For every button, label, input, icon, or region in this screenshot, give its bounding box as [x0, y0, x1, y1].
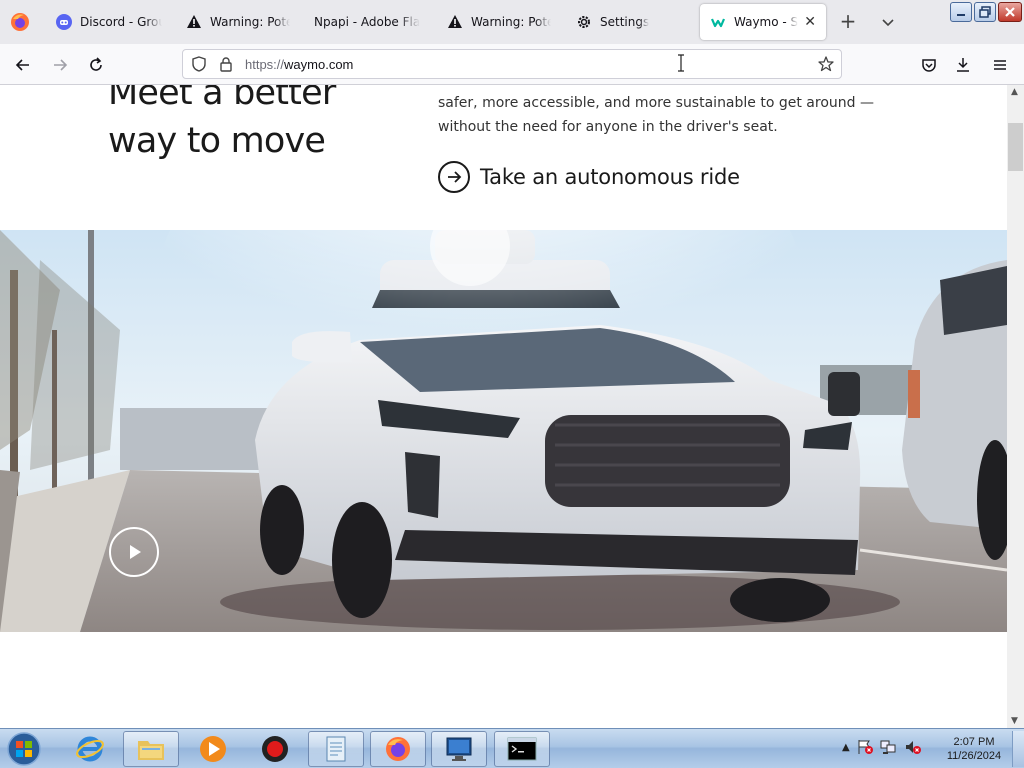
taskbar-command-prompt[interactable]: [494, 731, 550, 767]
reload-button[interactable]: [83, 52, 109, 78]
play-video-button[interactable]: [109, 527, 159, 577]
tab-npapi[interactable]: Npapi - Adobe Flash: [304, 4, 430, 40]
bookmark-star-icon[interactable]: [817, 55, 835, 77]
warning-icon: [447, 14, 463, 30]
cta-label: Take an autonomous ride: [480, 165, 740, 189]
monitor-icon: [446, 737, 472, 761]
intro-paragraph: safer, more accessible, and more sustain…: [438, 91, 878, 139]
taskbar-remote-desktop[interactable]: [431, 731, 487, 767]
paragraph-line: safer, more accessible, and more sustain…: [438, 95, 874, 111]
command-prompt-icon: [507, 737, 537, 761]
pocket-icon[interactable]: [916, 52, 942, 78]
window-controls: [950, 2, 1022, 22]
system-tray: ▲: [842, 739, 922, 755]
minimize-button[interactable]: [950, 2, 972, 22]
address-bar[interactable]: https://waymo.com: [182, 49, 842, 79]
network-icon[interactable]: [880, 739, 898, 755]
url-protocol: https://: [245, 57, 285, 72]
downloads-icon[interactable]: [950, 52, 976, 78]
text-cursor-icon: [676, 54, 686, 72]
headline-line: way to move: [108, 121, 326, 161]
taskbar-internet-explorer[interactable]: [62, 731, 118, 767]
tab-waymo[interactable]: Waymo - Self ✕: [700, 4, 826, 40]
paragraph-line: without the need for anyone in the drive…: [438, 119, 778, 135]
take-ride-link[interactable]: Take an autonomous ride: [438, 161, 740, 193]
close-tab-icon[interactable]: ✕: [804, 14, 816, 30]
warning-icon: [186, 14, 202, 30]
taskbar-firefox[interactable]: [370, 731, 426, 767]
headline-line: Meet a better: [108, 85, 336, 113]
volume-muted-icon[interactable]: [904, 739, 922, 755]
waymo-icon: [710, 14, 726, 30]
start-button[interactable]: [4, 731, 44, 767]
taskbar-notepad[interactable]: [308, 731, 364, 767]
play-icon: [130, 545, 141, 559]
tab-label: Npapi - Adobe Flash: [314, 15, 420, 29]
show-desktop-button[interactable]: [1012, 731, 1024, 767]
new-tab-button[interactable]: +: [836, 10, 860, 34]
forward-button[interactable]: [47, 52, 73, 78]
hero-video[interactable]: [0, 230, 1007, 632]
discord-icon: [56, 14, 72, 30]
record-icon: [262, 736, 288, 762]
navigation-toolbar: https://waymo.com: [0, 44, 1024, 85]
action-center-flag-icon[interactable]: [856, 739, 874, 755]
arrow-right-circle-icon: [438, 161, 470, 193]
show-hidden-icons-button[interactable]: ▲: [842, 742, 850, 753]
taskbar-media-player[interactable]: [185, 731, 241, 767]
url-text[interactable]: https://waymo.com: [245, 57, 353, 72]
vertical-scrollbar[interactable]: ▲ ▼: [1007, 85, 1024, 728]
scroll-down-icon[interactable]: ▼: [1011, 716, 1018, 726]
back-button[interactable]: [10, 52, 36, 78]
folder-icon: [138, 741, 164, 760]
media-player-icon: [200, 736, 226, 762]
page-content: Meet a better way to move safer, more ac…: [0, 85, 1007, 728]
tracking-protection-icon[interactable]: [191, 56, 207, 76]
firefox-view-icon[interactable]: [8, 10, 32, 34]
gear-icon: [576, 14, 592, 30]
scroll-up-icon[interactable]: ▲: [1011, 87, 1018, 97]
internet-explorer-icon: [76, 736, 104, 762]
tab-label: Warning: Potential: [471, 15, 551, 29]
tab-settings[interactable]: Settings: [566, 4, 690, 40]
notepad-icon: [326, 736, 346, 762]
list-all-tabs-button[interactable]: [876, 10, 900, 34]
close-window-button[interactable]: [998, 2, 1022, 22]
scrollbar-thumb[interactable]: [1008, 123, 1023, 171]
clock-time: 2:07 PM: [953, 736, 995, 748]
hero-headline: Meet a better way to move: [108, 85, 336, 165]
restore-button[interactable]: [974, 2, 996, 22]
hamburger-menu-icon[interactable]: [987, 52, 1013, 78]
tab-label: Discord - Group: [80, 15, 162, 29]
tab-label: Warning: Potential: [210, 15, 290, 29]
url-host: waymo.com: [284, 57, 354, 72]
tab-label: Waymo - Self: [734, 15, 799, 29]
tab-discord[interactable]: Discord - Group: [46, 4, 172, 40]
hero-image: [0, 230, 1007, 632]
tab-warning-2[interactable]: Warning: Potential: [437, 4, 561, 40]
lock-icon[interactable]: [219, 56, 233, 76]
taskbar-file-explorer[interactable]: [123, 731, 179, 767]
tab-strip: Discord - Group Warning: Potential Npapi…: [0, 0, 1024, 44]
clock-date: 11/26/2024: [946, 750, 1002, 762]
tab-label: Settings: [600, 15, 650, 29]
system-clock[interactable]: 2:07 PM 11/26/2024: [938, 735, 1010, 763]
windows-orb-icon: [7, 732, 41, 766]
firefox-icon: [386, 737, 410, 761]
tab-warning-1[interactable]: Warning: Potential: [176, 4, 300, 40]
taskbar-recorder[interactable]: [247, 731, 303, 767]
windows-taskbar: ▲ 2:07 PM 11/26/2024: [0, 728, 1024, 768]
